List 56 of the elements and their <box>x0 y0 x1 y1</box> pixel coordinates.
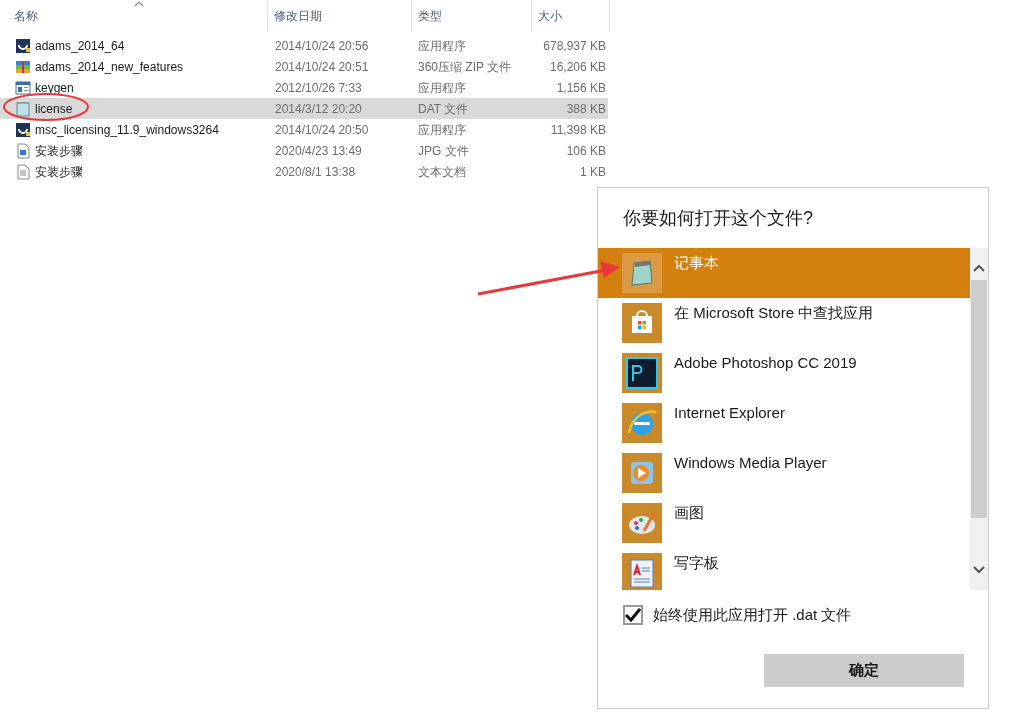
column-header[interactable]: 大小 <box>532 0 610 32</box>
file-date: 2014/10/24 20:51 <box>275 59 369 74</box>
file-size: 388 KB <box>566 101 606 116</box>
file-icon <box>15 58 31 75</box>
file-row[interactable]: license 2014/3/12 20:20 DAT 文件 388 KB <box>0 98 608 119</box>
file-icon <box>15 79 31 96</box>
sort-caret-icon <box>134 1 144 7</box>
dialog-title: 你要如何打开这个文件? <box>622 207 814 230</box>
file-name: msc_licensing_11.9_windows3264 <box>35 121 219 139</box>
file-name: 安装步骤 <box>35 142 83 160</box>
file-size: 11,398 KB <box>550 122 606 137</box>
file-icon <box>15 142 31 159</box>
column-header[interactable]: 类型 <box>412 0 532 32</box>
app-icon <box>622 403 662 443</box>
file-name: adams_2014_new_features <box>35 58 184 76</box>
app-icon <box>622 303 662 343</box>
file-date: 2014/10/24 20:50 <box>275 122 369 137</box>
file-type: 文本文档 <box>418 164 466 179</box>
file-icon <box>15 37 31 54</box>
file-size: 16,206 KB <box>549 59 606 74</box>
ok-button[interactable]: 确定 <box>764 654 964 687</box>
file-icon <box>15 100 31 117</box>
file-type: 应用程序 <box>418 80 466 95</box>
file-name: 安装步骤 <box>35 163 83 181</box>
app-icon <box>622 453 662 493</box>
app-icon <box>622 353 662 393</box>
file-type: DAT 文件 <box>418 101 469 116</box>
file-size: 1 KB <box>580 164 606 179</box>
file-date: 2020/4/23 13:49 <box>275 143 362 158</box>
file-size: 106 KB <box>566 143 606 158</box>
file-name: adams_2014_64 <box>35 37 125 55</box>
file-type: JPG 文件 <box>418 143 469 158</box>
file-icon <box>15 163 31 180</box>
checkbox-label: 始终使用此应用打开 .dat 文件 <box>653 604 852 625</box>
checkbox[interactable] <box>623 605 643 625</box>
file-date: 2012/10/26 7:33 <box>275 80 362 95</box>
file-type: 应用程序 <box>418 38 466 53</box>
app-icon <box>622 503 662 543</box>
file-icon <box>15 121 31 138</box>
app-icon <box>622 553 662 590</box>
scroll-thumb[interactable] <box>971 280 987 518</box>
file-date: 2014/3/12 20:20 <box>275 101 362 116</box>
file-name: keygen <box>35 79 74 97</box>
file-name: license <box>35 100 73 118</box>
file-size: 1,156 KB <box>556 80 606 95</box>
scrollbar[interactable] <box>970 248 988 590</box>
column-header[interactable]: 修改日期 <box>268 0 412 32</box>
file-date: 2020/8/1 13:38 <box>275 164 356 179</box>
scroll-up-icon[interactable] <box>973 264 985 272</box>
file-date: 2014/10/24 20:56 <box>275 38 369 53</box>
scroll-down-icon[interactable] <box>973 566 985 574</box>
column-header[interactable]: 名称 <box>0 0 268 32</box>
file-size: 678,937 KB <box>543 38 606 53</box>
file-type: 360压缩 ZIP 文件 <box>418 59 512 74</box>
file-type: 应用程序 <box>418 122 466 137</box>
app-icon <box>622 253 662 293</box>
